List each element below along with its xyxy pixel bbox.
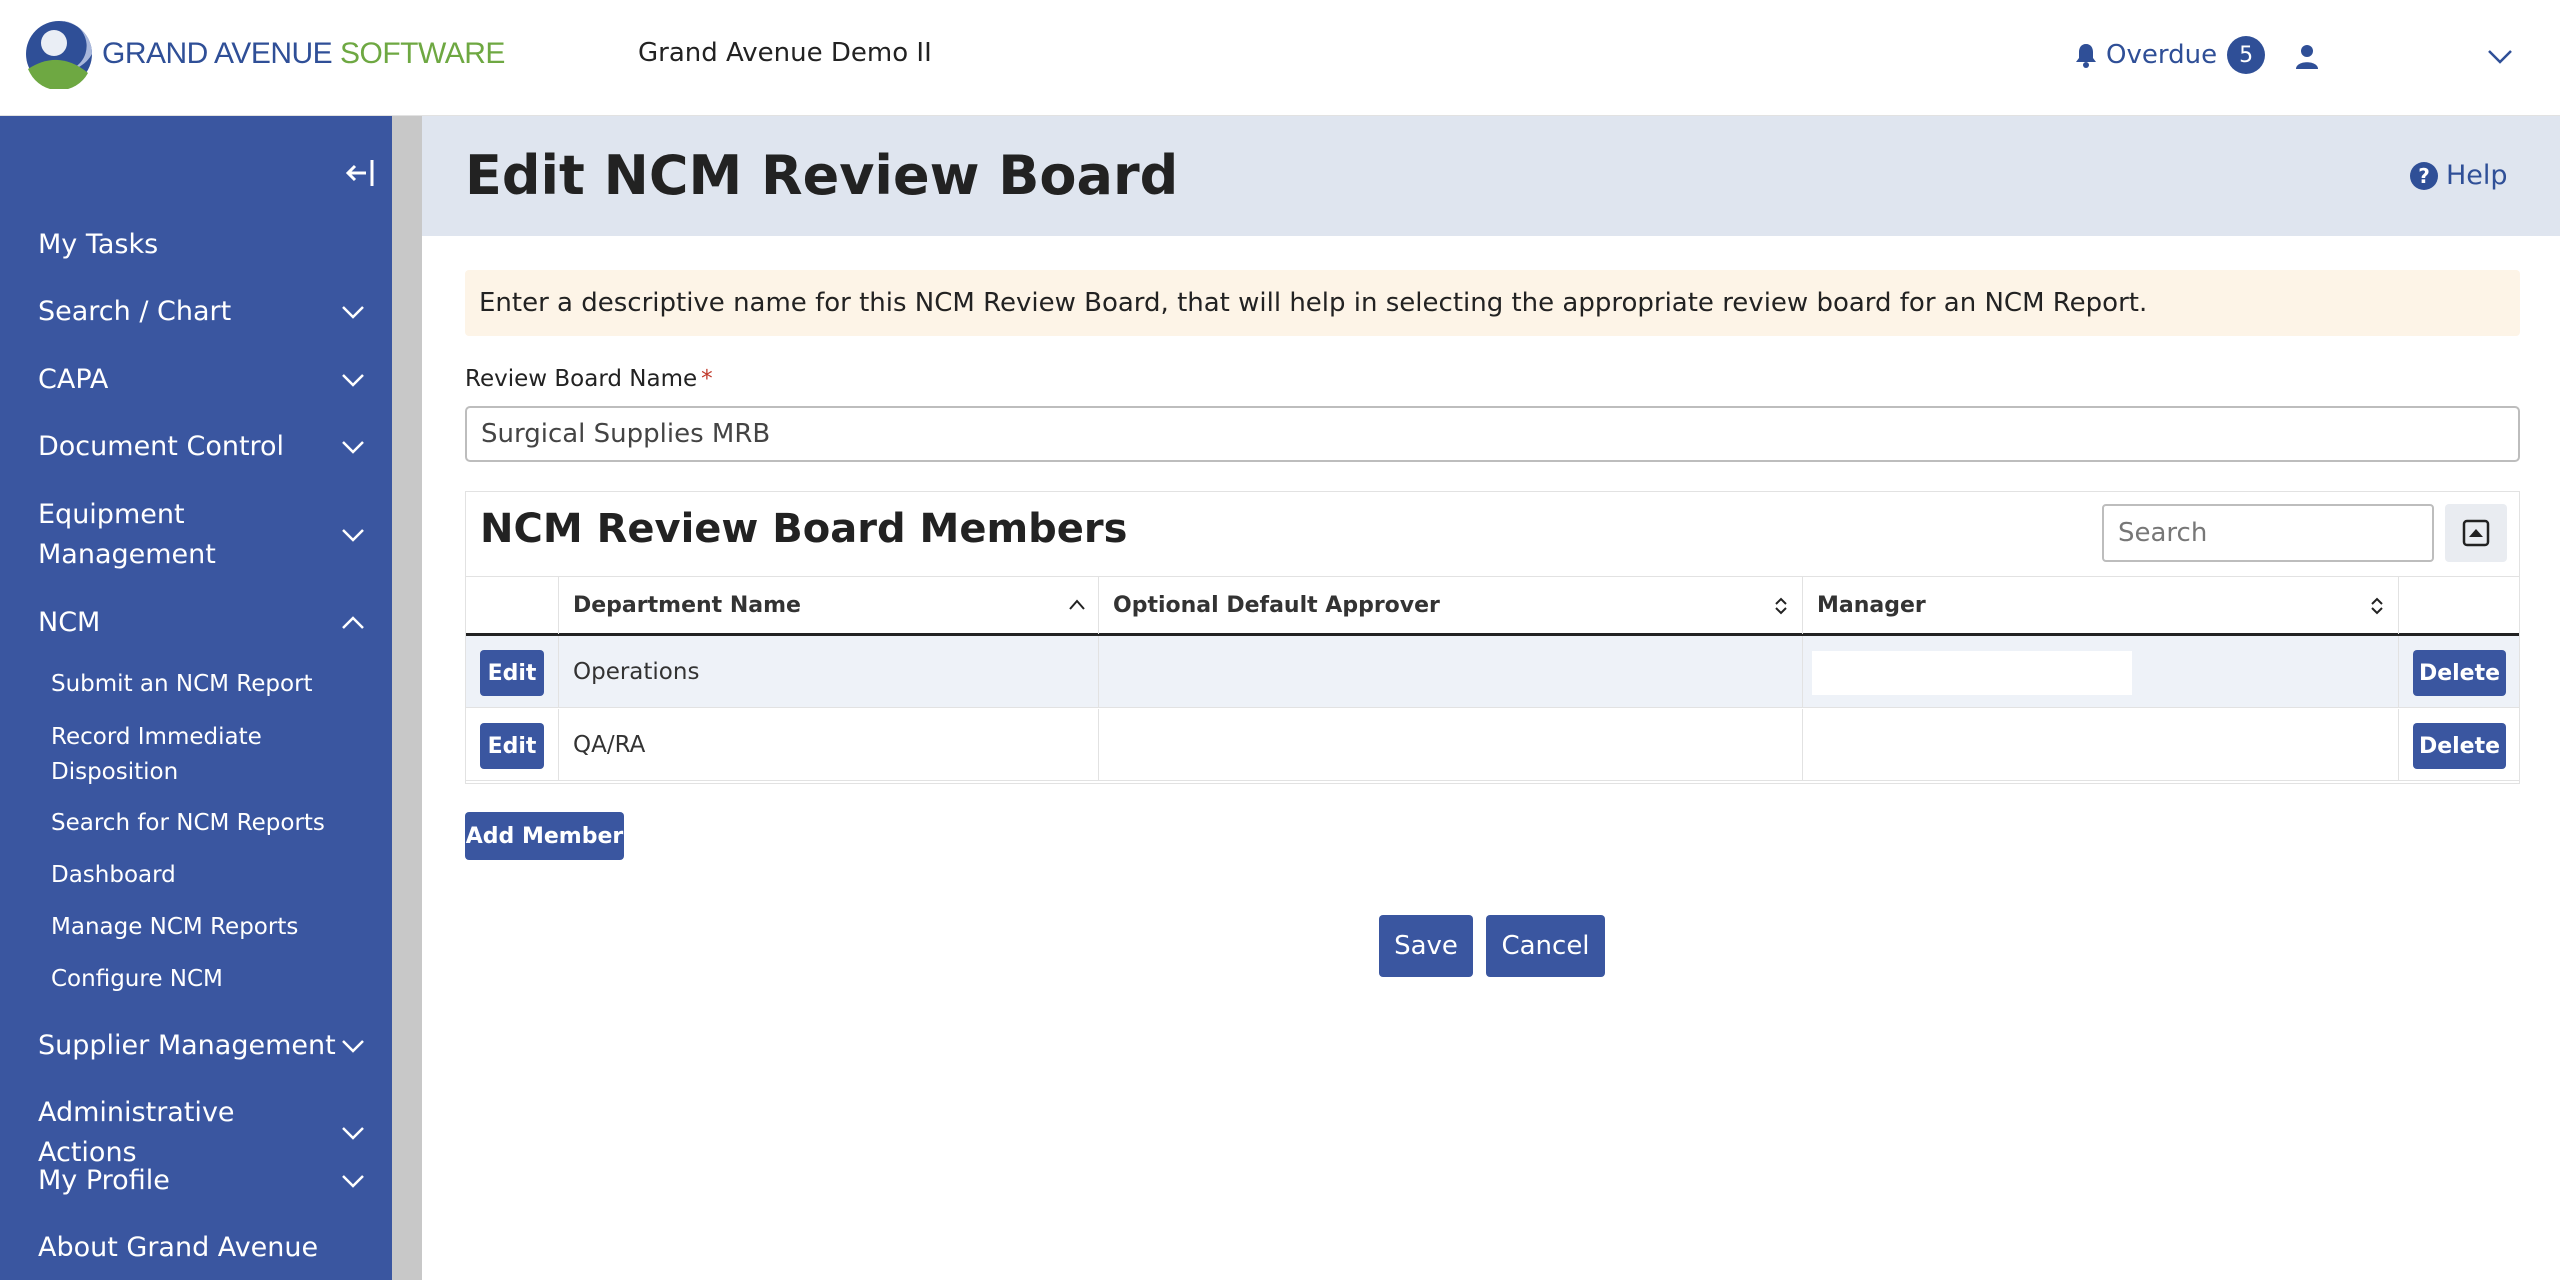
- approver-cell: [1099, 709, 1803, 781]
- required-marker: *: [701, 366, 713, 392]
- sidebar-item-about[interactable]: About Grand Avenue: [38, 1228, 366, 1268]
- edit-row-button[interactable]: Edit: [480, 650, 544, 696]
- sidebar-item-document-control[interactable]: Document Control: [38, 427, 366, 467]
- sidebar-item-equipment-management[interactable]: Equipment Management: [38, 494, 366, 576]
- column-header-department[interactable]: Department Name: [559, 577, 1099, 634]
- delete-row-button[interactable]: Delete: [2413, 650, 2506, 696]
- review-board-name-input[interactable]: [465, 406, 2520, 462]
- top-bar: GRAND AVENUE SOFTWARE Grand Avenue Demo …: [0, 0, 2560, 116]
- delete-row-button[interactable]: Delete: [2413, 723, 2506, 769]
- chevron-down-icon: [342, 1175, 364, 1188]
- members-search-input[interactable]: [2102, 504, 2434, 562]
- department-cell: QA/RA: [559, 709, 1099, 781]
- table-row: Edit Operations Delete: [466, 636, 2519, 708]
- user-icon[interactable]: [2292, 42, 2322, 72]
- department-cell: Operations: [559, 636, 1099, 708]
- sort-ascending-icon: [1069, 599, 1085, 610]
- sidebar-item-capa[interactable]: CAPA: [38, 360, 366, 400]
- chevron-down-icon: [342, 1040, 364, 1053]
- table-row: Edit QA/RA Delete: [466, 709, 2519, 781]
- bell-icon: [2076, 44, 2096, 68]
- overdue-notifications[interactable]: Overdue 5: [2074, 36, 2266, 74]
- cancel-button[interactable]: Cancel: [1486, 915, 1605, 977]
- column-header-approver[interactable]: Optional Default Approver: [1099, 577, 1803, 634]
- chevron-down-icon: [342, 1127, 364, 1140]
- collapse-sidebar-icon[interactable]: [344, 156, 378, 190]
- sidebar-subitem-search-ncm-reports[interactable]: Search for NCM Reports: [51, 806, 325, 841]
- sort-icon: [2371, 597, 2383, 615]
- sidebar-item-my-tasks[interactable]: My Tasks: [38, 225, 366, 265]
- sidebar-subitem-record-immediate-disposition[interactable]: Record Immediate Disposition: [51, 720, 262, 790]
- site-name: Grand Avenue Demo II: [638, 38, 932, 68]
- sidebar-subitem-manage-ncm-reports[interactable]: Manage NCM Reports: [51, 910, 298, 945]
- chevron-down-icon: [342, 374, 364, 387]
- approver-cell: [1099, 636, 1803, 708]
- members-panel: NCM Review Board Members Department Name…: [465, 491, 2520, 784]
- column-header-actions: [466, 577, 559, 634]
- page-title: Edit NCM Review Board: [465, 144, 1179, 207]
- column-header-manager[interactable]: Manager: [1803, 577, 2399, 634]
- sidebar-item-search-chart[interactable]: Search / Chart: [38, 292, 366, 332]
- sidebar-subitem-configure-ncm[interactable]: Configure NCM: [51, 962, 223, 997]
- logo-text: GRAND AVENUE SOFTWARE: [102, 37, 505, 70]
- review-board-name-label: Review Board Name *: [465, 366, 713, 392]
- sort-icon: [1775, 597, 1787, 615]
- logo-mark-icon: [26, 20, 92, 89]
- sidebar-item-my-profile[interactable]: My Profile: [38, 1161, 366, 1201]
- sidebar-subitem-dashboard[interactable]: Dashboard: [51, 858, 176, 893]
- save-button[interactable]: Save: [1379, 915, 1473, 977]
- manager-value: [1812, 651, 2132, 695]
- chevron-up-icon: [342, 616, 364, 629]
- add-member-button[interactable]: Add Member: [465, 812, 624, 860]
- sidebar-subitem-submit-ncm-report[interactable]: Submit an NCM Report: [51, 667, 313, 702]
- collapse-up-icon: [2462, 519, 2490, 547]
- chevron-down-icon: [342, 529, 364, 542]
- table-header: Department Name Optional Default Approve…: [466, 576, 2519, 636]
- column-header-delete: [2399, 577, 2519, 634]
- collapse-panel-button[interactable]: [2445, 504, 2507, 562]
- overdue-count-badge: 5: [2227, 36, 2266, 74]
- chevron-down-icon: [342, 306, 364, 319]
- sidebar-item-supplier-management[interactable]: Supplier Management: [38, 1026, 366, 1066]
- help-link[interactable]: ? Help: [2410, 160, 2508, 191]
- overdue-label: Overdue: [2106, 40, 2218, 70]
- sidebar-scrollbar[interactable]: [392, 116, 422, 1280]
- help-icon: ?: [2410, 161, 2438, 190]
- chevron-down-icon[interactable]: [2486, 44, 2514, 68]
- edit-row-button[interactable]: Edit: [480, 723, 544, 769]
- info-banner: Enter a descriptive name for this NCM Re…: [465, 270, 2520, 336]
- company-logo[interactable]: GRAND AVENUE SOFTWARE: [24, 18, 505, 90]
- members-title: NCM Review Board Members: [480, 506, 1128, 552]
- manager-cell: [1803, 709, 2399, 781]
- chevron-down-icon: [342, 441, 364, 454]
- sidebar-nav: My Tasks Search / Chart CAPA Document Co…: [0, 116, 392, 1280]
- sidebar-item-ncm[interactable]: NCM: [38, 603, 366, 643]
